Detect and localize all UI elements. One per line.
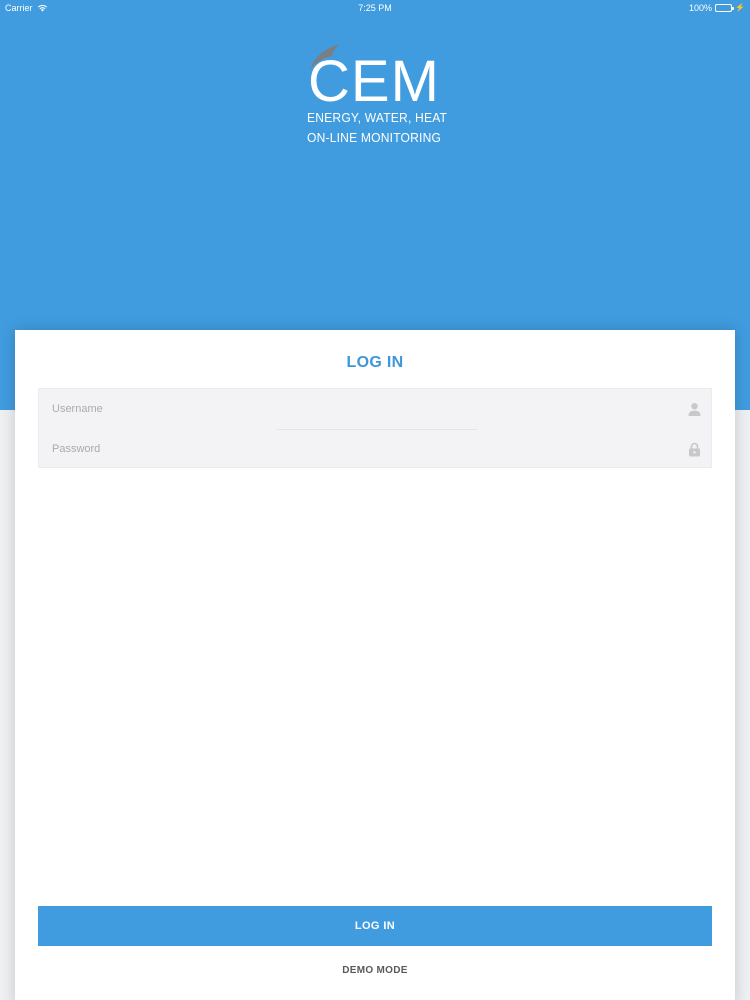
password-row — [39, 429, 713, 469]
lock-icon — [689, 442, 700, 457]
status-time: 7:25 PM — [358, 3, 392, 13]
password-input[interactable] — [52, 429, 652, 469]
status-right: 100% ⚡ — [689, 3, 745, 13]
credential-fields — [38, 388, 713, 469]
logo-tagline-2: ON-LINE MONITORING — [307, 130, 442, 145]
login-button[interactable]: LOG IN — [38, 906, 712, 946]
cem-logo: CEM ENERGY, WATER, HEAT ON-LINE MONITORI… — [300, 42, 450, 147]
login-title: LOG IN — [346, 354, 404, 371]
battery-percent: 100% — [689, 3, 713, 13]
login-card: LOG IN LOG IN DEMO MODE — [15, 330, 735, 1000]
login-screen: Carrier 7:25 PM 100% ⚡ CEM ENERGY, WATER… — [0, 0, 750, 1000]
logo-letters: CEM — [308, 49, 440, 114]
username-input[interactable] — [52, 389, 652, 429]
username-row — [39, 389, 713, 429]
user-icon — [688, 403, 701, 416]
battery-icon — [715, 4, 735, 12]
demo-mode-button[interactable]: DEMO MODE — [275, 958, 475, 982]
status-bar: Carrier 7:25 PM 100% ⚡ — [0, 0, 750, 16]
charging-icon: ⚡ — [735, 3, 745, 12]
logo-tagline-1: ENERGY, WATER, HEAT — [307, 110, 448, 125]
